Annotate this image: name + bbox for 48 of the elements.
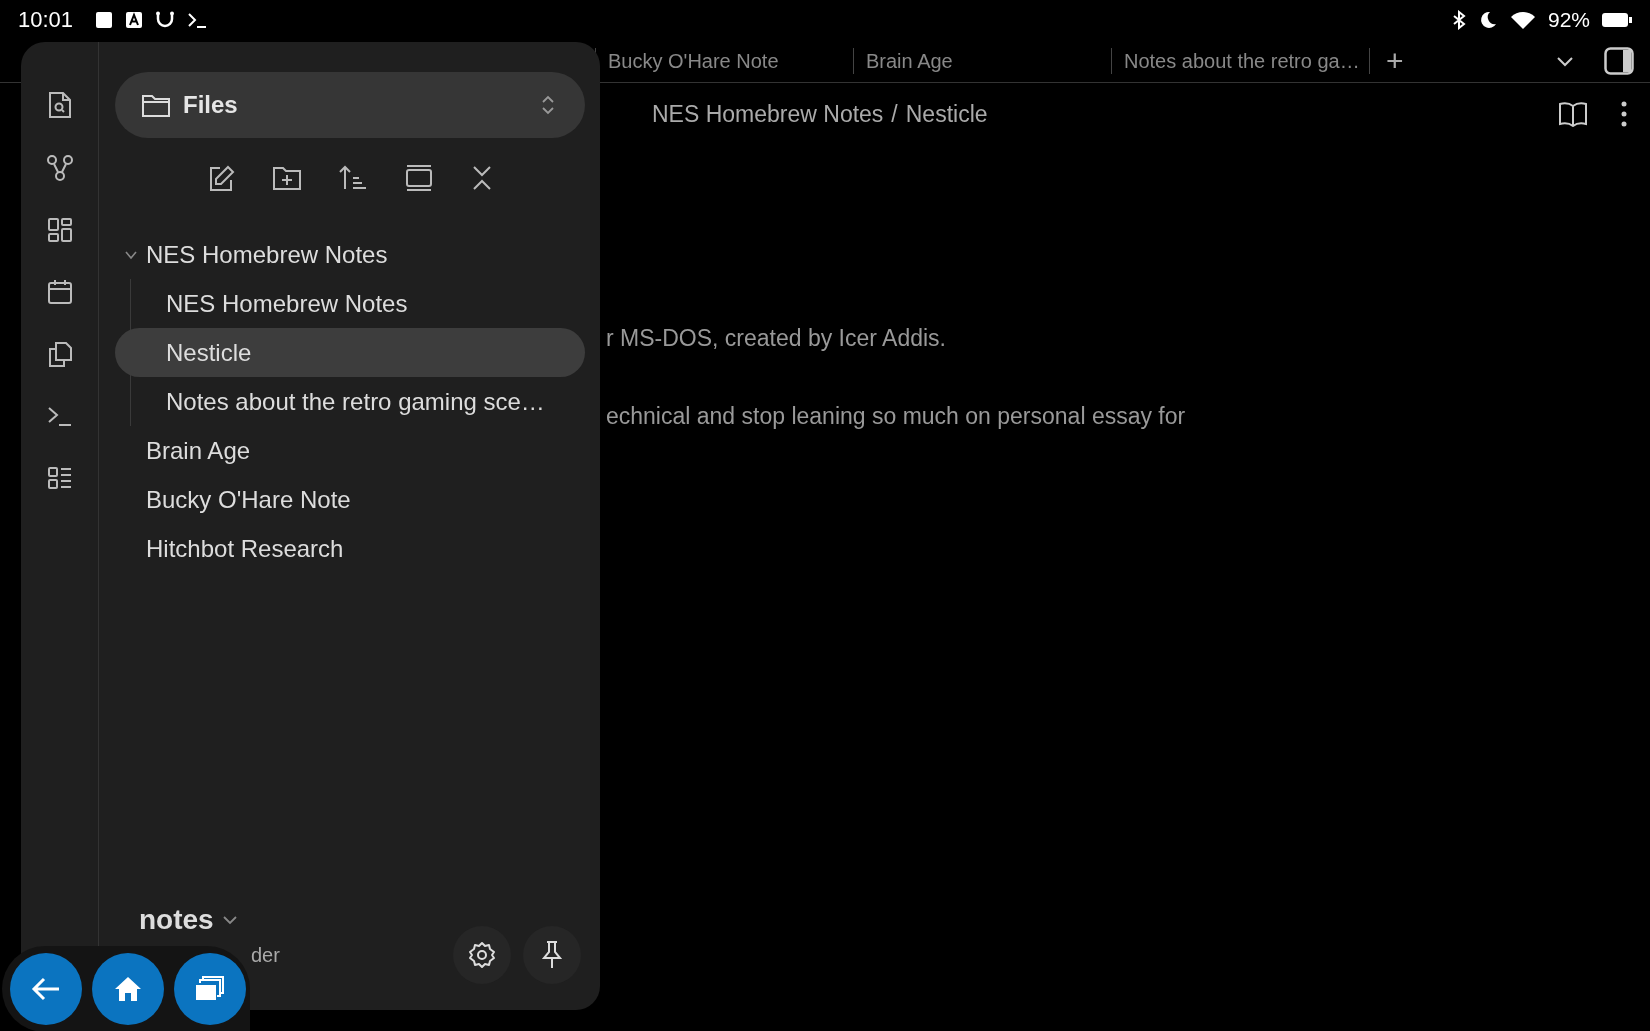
breadcrumb-item[interactable]: Nesticle [905, 100, 988, 128]
tab[interactable]: Brain Age [853, 48, 1111, 74]
calendar-icon[interactable] [45, 278, 74, 306]
up-down-chevron-icon [541, 94, 555, 116]
file-item[interactable]: Notes about the retro gaming sce… [115, 377, 585, 426]
grid-icon[interactable] [45, 216, 74, 244]
file-item[interactable]: Nesticle [115, 328, 585, 377]
note-paragraph: echnical and stop leaning so much on personal essay for [606, 402, 1187, 431]
letter-icon [125, 11, 144, 29]
view-title: Files [183, 91, 238, 119]
stacked-windows-icon [195, 975, 225, 1003]
vault-subtitle: der [250, 943, 280, 967]
bluetooth-icon [1451, 10, 1466, 30]
terminal-icon [187, 11, 208, 29]
file-item[interactable]: Bucky O'Hare Note [115, 475, 585, 524]
list-icon[interactable] [45, 464, 74, 492]
home-icon [114, 975, 142, 1003]
breadcrumb-item: / [891, 100, 898, 128]
file-item[interactable]: Hitchbot Research [115, 524, 585, 573]
vault-switcher[interactable]: notes [139, 903, 280, 936]
status-time: 10:01 [18, 7, 74, 33]
book-icon[interactable] [1558, 101, 1588, 127]
breadcrumb-item[interactable]: NES Homebrew Notes [652, 100, 884, 128]
back-arrow-icon [31, 976, 61, 1002]
collapse-icon[interactable] [470, 164, 494, 192]
file-item[interactable]: NES Homebrew Notes [115, 279, 585, 328]
file-search-icon[interactable] [46, 90, 73, 120]
back-button[interactable] [10, 953, 82, 1025]
note-paragraph: r MS-DOS, created by Icer Addis. [606, 324, 947, 353]
sidebar-toggle-icon[interactable] [1604, 47, 1634, 75]
new-tab-button[interactable]: + [1369, 48, 1420, 74]
graph-icon[interactable] [45, 154, 74, 182]
chevron-down-icon [221, 914, 238, 925]
pin-icon [540, 940, 564, 970]
view-switcher[interactable]: Files [115, 72, 585, 138]
battery-icon [1602, 12, 1632, 28]
more-options-icon[interactable] [1620, 101, 1628, 127]
chevron-down-icon[interactable] [1556, 55, 1574, 67]
gear-icon [468, 941, 496, 969]
expand-icon[interactable] [404, 164, 434, 192]
folder-item[interactable]: NES Homebrew Notes [115, 230, 585, 279]
sort-icon[interactable] [338, 164, 368, 192]
folder-icon [141, 92, 171, 118]
tab[interactable]: Notes about the retro ga… [1111, 48, 1369, 74]
wifi-icon [1509, 10, 1536, 30]
folder-plus-icon[interactable] [272, 164, 302, 192]
file-item[interactable]: Brain Age [115, 426, 585, 475]
battery-percent: 92% [1547, 8, 1590, 32]
